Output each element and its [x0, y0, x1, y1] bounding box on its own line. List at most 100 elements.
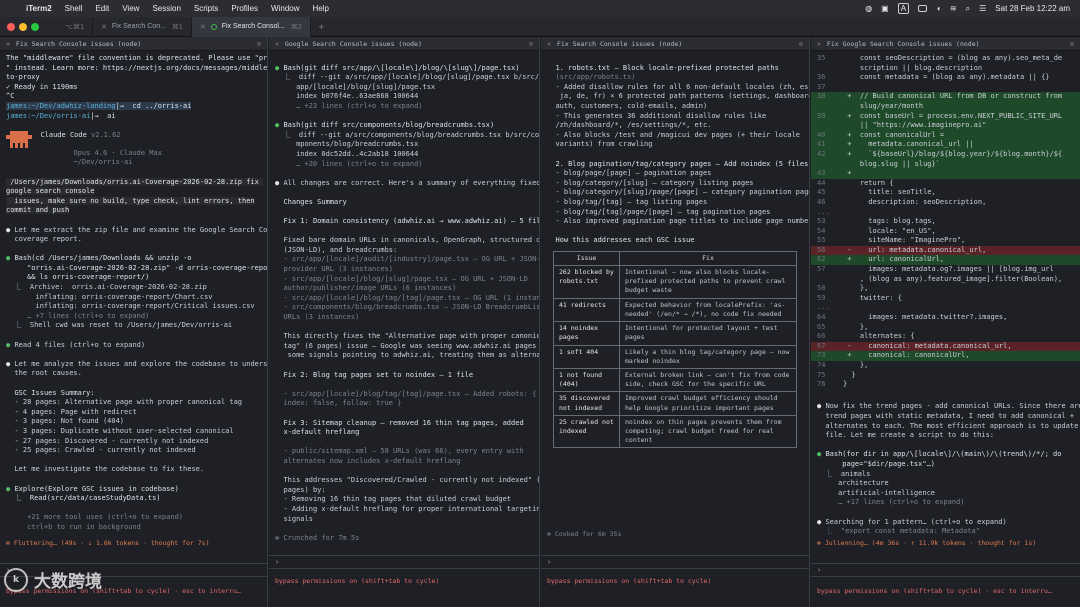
line-number: 42: [817, 149, 826, 158]
fix-heading: Fix 1: Domain consistency (adwhiz.ai → w…: [283, 217, 540, 226]
bullet-icon: ●: [275, 121, 280, 130]
menu-help[interactable]: Help: [313, 4, 329, 13]
code-text: - url: metadata.canonical_url,: [843, 245, 987, 254]
close-icon[interactable]: ✕: [817, 40, 821, 48]
file-item: - src/components/blog/breadcrumbs.tsx — …: [283, 303, 540, 312]
tool-call[interactable]: Read 4 files (ctrl+o to expand): [14, 341, 145, 349]
code-text: slug/year/month: [843, 101, 924, 110]
close-icon[interactable]: ✕: [101, 23, 107, 31]
body-line: - blog/tag/[tag]/page/[page] — tag pagin…: [555, 207, 771, 216]
wifi-icon[interactable]: ≋: [950, 4, 957, 13]
diff-line: 54 locale: "en_US",: [811, 227, 1080, 237]
summary-item: - 3 pages: Not found (404): [14, 417, 125, 426]
expand-link[interactable]: … +20 lines (ctrl+o to expand): [275, 160, 422, 168]
menu-view[interactable]: View: [122, 4, 139, 13]
close-icon[interactable]: ✕: [6, 40, 10, 48]
table-row: 25 crawled not indexed noindex on thin pa…: [553, 414, 797, 449]
body-line: - Also blocks /test and /magicui dev pag…: [555, 130, 800, 139]
control-center-icon[interactable]: ☰: [979, 4, 986, 13]
line-number: ...: [817, 207, 830, 216]
expand-link[interactable]: +21 more tool uses (ctrl+o to expand): [6, 513, 183, 521]
diff-line-added: 38 + // Build canonical URL from DB or c…: [811, 92, 1080, 102]
line-number: 75: [817, 370, 826, 379]
minimize-icon[interactable]: ⊖: [1070, 40, 1074, 48]
assistant-line: Now fix the trend pages - add canonical …: [825, 402, 1080, 411]
minimize-icon[interactable]: ⊖: [799, 40, 803, 48]
pane-3[interactable]: ✕ Fix Search Console issues (node) ⊖ 1. …: [541, 37, 810, 607]
pane-2[interactable]: ✕ Google Search Console issues (node) ⊖ …: [269, 37, 540, 607]
prompt-command: |→ cd ../orris-ai: [115, 101, 192, 110]
wechat-icon[interactable]: ◍: [865, 4, 872, 13]
code-text: title: seoTitle,: [843, 188, 936, 197]
tray-icon[interactable]: ▣: [881, 4, 889, 13]
close-icon[interactable]: ✕: [547, 40, 551, 48]
menu-session[interactable]: Session: [152, 4, 180, 13]
claude-logo-icon: [6, 130, 32, 149]
sound-icon[interactable]: ◖: [936, 4, 941, 13]
summary-item: - 25 pages: Crawled - currently not inde…: [14, 446, 196, 455]
status-area: ◍ ▣ A ◖ ≋ ⌕ ☰ Sat 28 Feb 12:22 am: [856, 3, 1080, 14]
expand-link[interactable]: … +23 lines (ctrl+o to expand): [275, 102, 422, 110]
new-tab-button[interactable]: +: [311, 22, 332, 32]
display-icon[interactable]: [918, 5, 928, 12]
code-text: images: metadata.og?.images || [blog.img…: [843, 265, 1054, 274]
input-source-badge[interactable]: A: [897, 3, 910, 14]
diff-line: ...: [811, 303, 1080, 313]
diff-line: , (blog as any).featured_image].filter(B…: [811, 275, 1080, 285]
menu-profiles[interactable]: Profiles: [231, 4, 258, 13]
tab-2[interactable]: ✕ Fix Search Con... ⌘1: [93, 16, 192, 37]
prompt-input[interactable]: ›: [811, 563, 1080, 577]
diff-line: 37: [811, 83, 1080, 93]
summary-item: - 3 pages: Duplicate without user-select…: [14, 426, 234, 435]
file-item: - src/app/[locale]/audit/[industry]/page…: [283, 255, 540, 264]
menu-edit[interactable]: Edit: [95, 4, 109, 13]
minimize-icon[interactable]: ⊖: [529, 40, 533, 48]
zoom-window-button[interactable]: [31, 22, 39, 31]
app-version: v2.1.62: [91, 130, 121, 139]
close-window-button[interactable]: [7, 22, 15, 31]
search-icon[interactable]: ⌕: [966, 4, 970, 14]
close-icon[interactable]: ✕: [200, 23, 206, 31]
body-line: - blog/page/[page] — pagination pages: [555, 169, 712, 178]
prompt-input[interactable]: ›: [269, 555, 539, 569]
body-line: ja, de, fr) × 6 protected path patterns …: [555, 92, 810, 101]
prompt-input[interactable]: ›: [541, 555, 809, 569]
section-heading: How this addresses each GSC issue: [555, 236, 695, 245]
tab-1[interactable]: ⌥⌘1: [51, 16, 93, 37]
expand-link[interactable]: … +17 lines (ctrl+o to expand): [817, 498, 964, 506]
table-cell-issue: 262 blocked by robots.txt: [553, 265, 620, 299]
minimize-window-button[interactable]: [19, 22, 27, 31]
expand-link[interactable]: … +7 lines (ctrl+o to expand): [6, 312, 149, 320]
clock[interactable]: Sat 28 Feb 12:22 am: [995, 4, 1070, 13]
tool-output: ⎿ Read(src/data/caseStudyData.ts): [6, 494, 161, 503]
model-label: Opus 4.6 · Claude Max: [73, 148, 162, 157]
code-text: siteName: "ImaginePro",: [843, 236, 966, 245]
body-line: - This generates 36 additional disallow …: [555, 111, 767, 120]
pane-4[interactable]: ✕ Fix Google Search Console issues (node…: [811, 37, 1080, 607]
tab-3[interactable]: ✕ Fix Search Consol... ⌘2: [191, 16, 311, 37]
menu-window[interactable]: Window: [271, 4, 299, 13]
code-text: + url: canonicalUrl,: [843, 255, 945, 264]
menu-scripts[interactable]: Scripts: [194, 4, 218, 13]
line-number: 43: [817, 169, 826, 178]
assistant-line: trend pages with static metadata, I need…: [817, 411, 1075, 420]
tool-output: mponents/blog/breadcrumbs.tsx: [275, 140, 419, 149]
menu-app[interactable]: iTerm2: [26, 4, 52, 13]
menu-shell[interactable]: Shell: [65, 4, 83, 13]
table-cell-issue: 14 noindex pages: [553, 321, 620, 346]
body-line: This directly fixes the "Alternative pag…: [283, 332, 540, 341]
diff-line-added: 40 + const canonicalUrl =: [811, 130, 1080, 141]
permission-hint: bypass permissions on (shift+tab to cycl…: [811, 587, 1080, 595]
file-item: URLs (3 instances): [283, 313, 360, 322]
user-message: /Users/james/Downloads/orris.ai-Coverage…: [6, 177, 264, 215]
menu-bar: iTerm2 Shell Edit View Session Scripts P…: [0, 0, 1080, 17]
tool-call: && ls orris-coverage-report/): [6, 273, 150, 282]
tool-call: "orris.ai-Coverage-2026-02-28.zip" -d or…: [6, 263, 268, 272]
line-number: 45: [817, 188, 826, 197]
pane-1[interactable]: ✕ Fix Search Console issues (node) ⊖ The…: [0, 37, 268, 607]
close-icon[interactable]: ✕: [275, 40, 279, 48]
diff-line-added: 43 +: [811, 169, 1080, 179]
minimize-icon[interactable]: ⊖: [257, 40, 261, 48]
line-number: 35: [817, 54, 826, 62]
tool-call[interactable]: Searching for 1 pattern… (ctrl+o to expa…: [825, 518, 1006, 526]
